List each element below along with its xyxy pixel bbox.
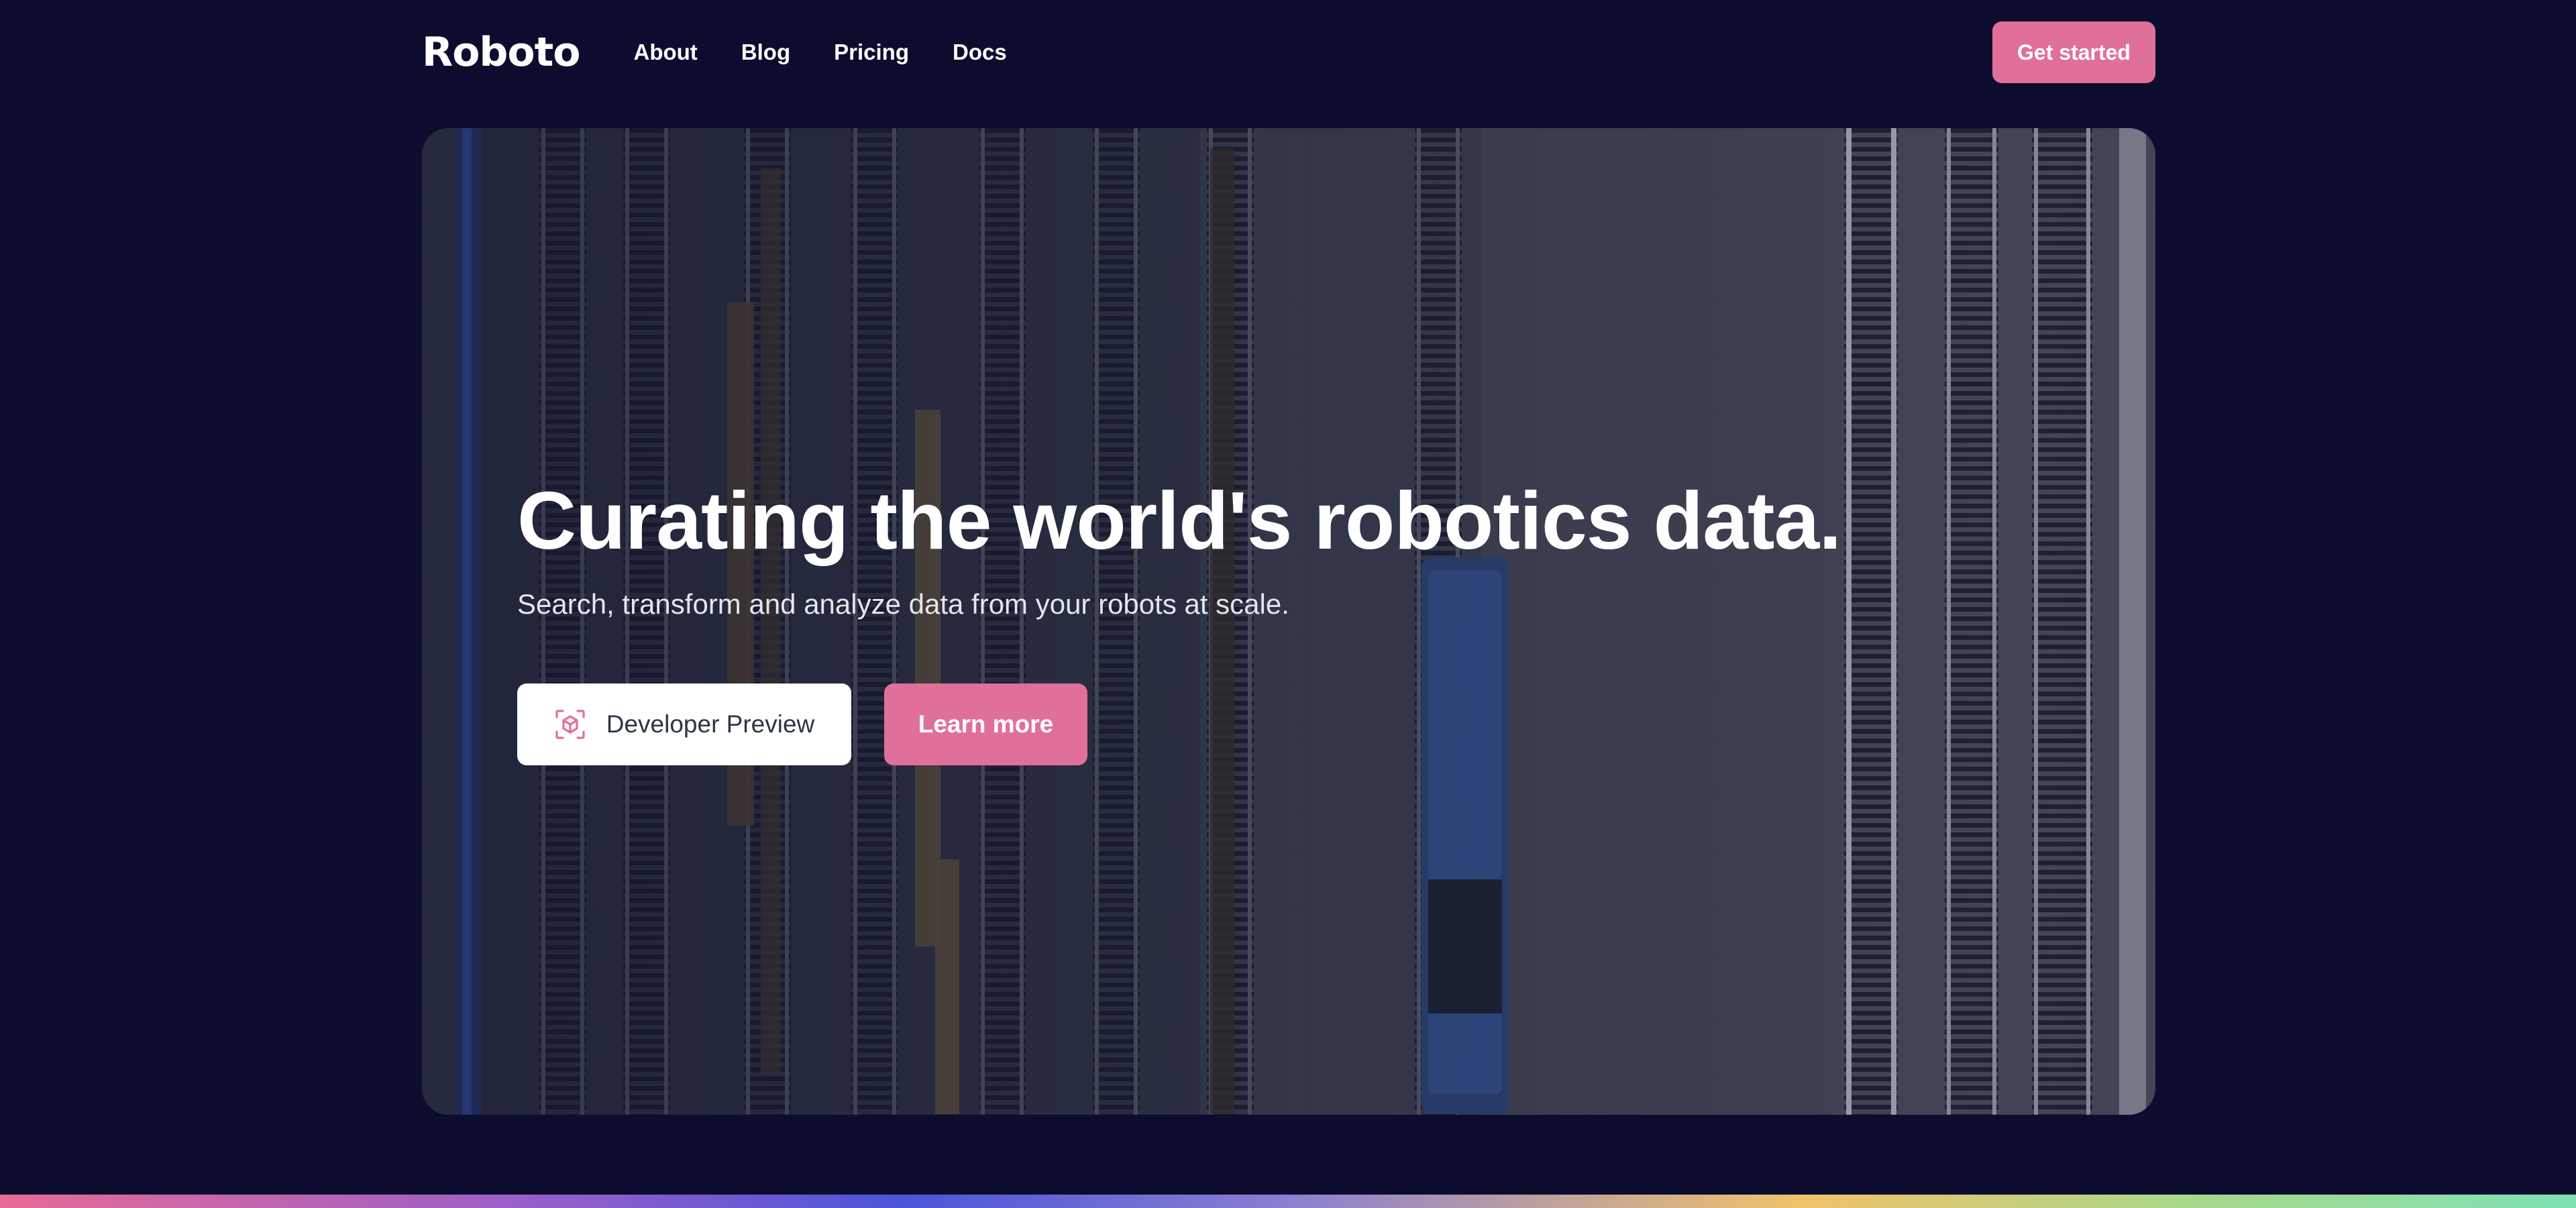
bottom-gradient-strip xyxy=(0,1195,2576,1208)
get-started-button[interactable]: Get started xyxy=(1992,21,2155,83)
nav-link-blog[interactable]: Blog xyxy=(741,40,790,65)
hero-cta-row: Developer Preview Learn more xyxy=(517,683,2060,765)
hero-section: Curating the world's robotics data. Sear… xyxy=(422,128,2155,1115)
roboto-logo[interactable]: Roboto xyxy=(422,21,580,83)
nav-link-about[interactable]: About xyxy=(634,40,698,65)
nav-link-docs[interactable]: Docs xyxy=(953,40,1007,65)
site-header: Roboto About Blog Pricing Docs Get start… xyxy=(422,21,2155,83)
hero-headline: Curating the world's robotics data. xyxy=(517,475,1841,566)
nav-link-pricing[interactable]: Pricing xyxy=(834,40,909,65)
main-nav: About Blog Pricing Docs xyxy=(634,40,1051,65)
learn-more-button[interactable]: Learn more xyxy=(884,683,1087,765)
hero-subtitle: Search, transform and analyze data from … xyxy=(517,588,1289,620)
developer-preview-label: Developer Preview xyxy=(606,710,815,738)
hero-content: Curating the world's robotics data. Sear… xyxy=(517,477,2060,765)
cube-focus-icon xyxy=(554,708,586,740)
developer-preview-button[interactable]: Developer Preview xyxy=(517,683,851,765)
